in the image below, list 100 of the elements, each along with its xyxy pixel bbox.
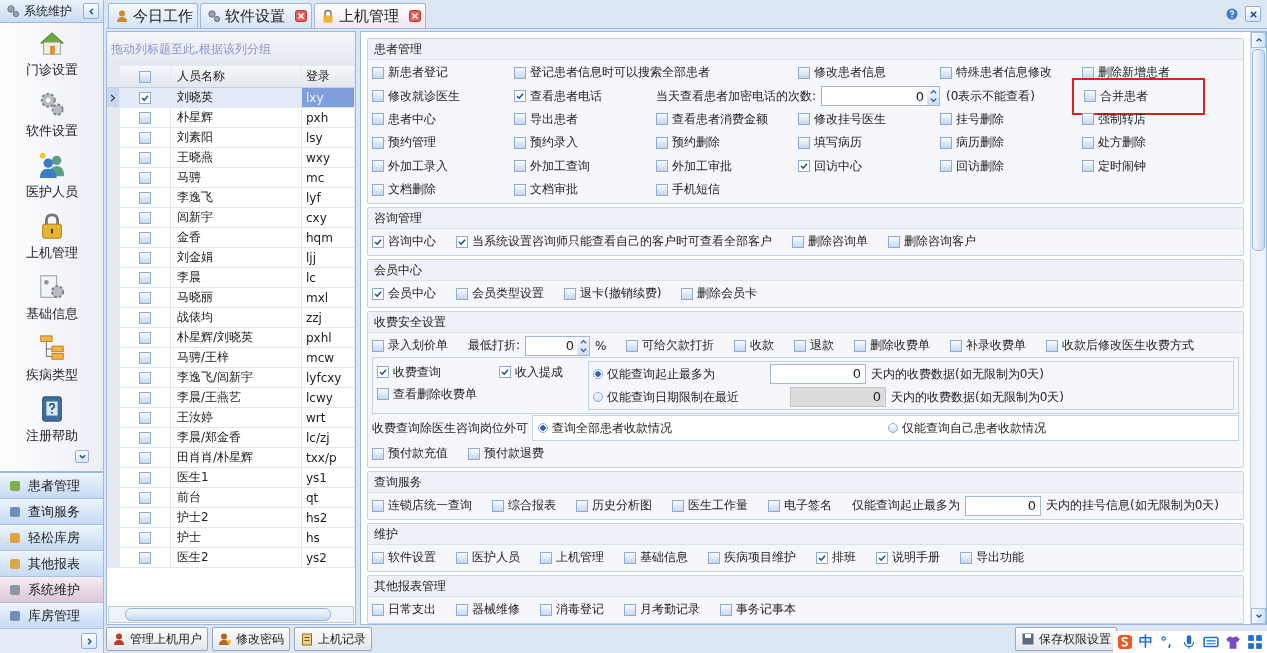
checkbox[interactable] xyxy=(876,551,888,564)
checkbox[interactable] xyxy=(372,499,384,512)
spin-arrows-icon[interactable] xyxy=(927,87,939,106)
checkbox[interactable] xyxy=(372,603,384,616)
checkbox[interactable] xyxy=(372,90,384,103)
sidebar-item[interactable]: 门诊设置 xyxy=(25,29,78,90)
checkbox[interactable] xyxy=(708,551,720,564)
checkbox[interactable] xyxy=(950,339,963,352)
radio-button[interactable] xyxy=(888,423,898,434)
checkbox[interactable] xyxy=(624,603,636,616)
checkbox[interactable] xyxy=(514,90,526,103)
toolbar-button[interactable]: 修改密码 xyxy=(212,627,290,651)
row-selector[interactable] xyxy=(107,88,120,107)
nav-button[interactable]: 患者管理 xyxy=(0,473,103,499)
ime-logo-icon[interactable] xyxy=(1117,634,1133,650)
checkbox[interactable] xyxy=(139,511,151,524)
checkbox[interactable] xyxy=(139,531,151,544)
checkbox[interactable] xyxy=(372,160,384,173)
checkbox[interactable] xyxy=(514,113,526,126)
checkbox[interactable] xyxy=(139,431,151,444)
expand-button[interactable] xyxy=(81,633,97,649)
checkbox[interactable] xyxy=(139,251,151,264)
caret-down-icon[interactable] xyxy=(1254,612,1263,620)
toolbar-button[interactable]: 管理上机用户 xyxy=(106,627,208,651)
spin-field[interactable]: 0 xyxy=(821,86,940,107)
column-header[interactable]: 人员名称 xyxy=(171,66,302,87)
caret-up-icon[interactable] xyxy=(1254,36,1263,44)
checkbox[interactable] xyxy=(139,171,151,184)
tab[interactable]: 上机管理 xyxy=(314,3,426,28)
microphone-icon[interactable] xyxy=(1181,634,1197,650)
checkbox[interactable] xyxy=(377,388,389,401)
checkbox[interactable] xyxy=(377,366,389,379)
checkbox[interactable] xyxy=(514,183,526,196)
checkbox[interactable] xyxy=(139,151,151,164)
sidebar-item[interactable]: 疾病类型 xyxy=(25,334,78,395)
nav-button[interactable]: 其他报表 xyxy=(0,551,103,577)
checkbox[interactable] xyxy=(139,311,151,324)
grid-icon[interactable] xyxy=(1247,634,1263,650)
sidebar-item[interactable]: 上机管理 xyxy=(25,212,78,273)
checkbox[interactable] xyxy=(816,551,828,564)
checkbox[interactable] xyxy=(624,551,636,564)
checkbox[interactable] xyxy=(940,113,952,126)
checkbox[interactable] xyxy=(798,160,810,173)
checkbox[interactable] xyxy=(139,451,151,464)
radio-button[interactable] xyxy=(538,423,548,434)
checkbox[interactable] xyxy=(514,160,526,173)
column-header[interactable]: 登录 xyxy=(302,66,355,87)
close-icon[interactable] xyxy=(409,10,421,22)
checkbox[interactable] xyxy=(372,447,384,460)
checkbox[interactable] xyxy=(798,136,810,149)
checkbox[interactable] xyxy=(139,131,151,144)
collapse-button[interactable] xyxy=(83,3,99,19)
checkbox[interactable] xyxy=(940,136,952,149)
radio-button[interactable] xyxy=(593,369,603,380)
checkbox[interactable] xyxy=(792,235,804,248)
input-mode[interactable]: 中 xyxy=(1139,633,1153,651)
checkbox[interactable] xyxy=(139,551,151,564)
checkbox[interactable] xyxy=(564,287,576,300)
checkbox[interactable] xyxy=(372,113,384,126)
sidebar-item[interactable]: 软件设置 xyxy=(25,90,78,151)
checkbox[interactable] xyxy=(372,551,384,564)
checkbox[interactable] xyxy=(456,603,468,616)
checkbox[interactable] xyxy=(798,113,810,126)
checkbox[interactable] xyxy=(139,111,151,124)
checkbox[interactable] xyxy=(139,231,151,244)
checkbox[interactable] xyxy=(681,287,694,300)
checkbox[interactable] xyxy=(372,136,384,149)
spin-field[interactable]: 0 xyxy=(525,335,591,356)
checkbox[interactable] xyxy=(139,411,151,424)
checkbox[interactable] xyxy=(139,291,151,304)
checkbox[interactable] xyxy=(960,551,972,564)
checkbox[interactable] xyxy=(734,339,747,352)
checkbox[interactable] xyxy=(139,211,151,224)
checkbox[interactable] xyxy=(499,366,511,379)
checkbox[interactable] xyxy=(468,447,480,460)
checkbox[interactable] xyxy=(656,160,668,173)
checkbox[interactable] xyxy=(456,235,468,248)
save-button[interactable]: 保存权限设置 xyxy=(1015,627,1117,651)
checkbox[interactable] xyxy=(139,331,151,344)
keyboard-icon[interactable] xyxy=(1203,634,1219,650)
checkbox[interactable] xyxy=(139,491,151,504)
checkbox[interactable] xyxy=(1082,160,1094,173)
checkbox[interactable] xyxy=(372,339,384,352)
checkbox[interactable] xyxy=(139,271,151,284)
checkbox[interactable] xyxy=(1082,136,1094,149)
checkbox[interactable] xyxy=(456,287,468,300)
sidebar-item[interactable]: 基础信息 xyxy=(25,273,78,334)
sidebar-item[interactable]: 医护人员 xyxy=(25,151,78,212)
close-button[interactable] xyxy=(1245,6,1261,22)
checkbox[interactable] xyxy=(626,339,639,352)
checkbox[interactable] xyxy=(139,371,151,384)
checkbox[interactable] xyxy=(1082,113,1094,126)
nav-button[interactable]: 轻松库房 xyxy=(0,525,103,551)
nav-button[interactable]: 系统维护 xyxy=(0,577,103,603)
checkbox[interactable] xyxy=(540,603,552,616)
checkbox[interactable] xyxy=(540,551,552,564)
shirt-icon[interactable] xyxy=(1225,634,1241,650)
checkbox[interactable] xyxy=(139,351,151,364)
checkbox[interactable] xyxy=(656,136,668,149)
number-field[interactable]: 0 xyxy=(770,364,866,385)
